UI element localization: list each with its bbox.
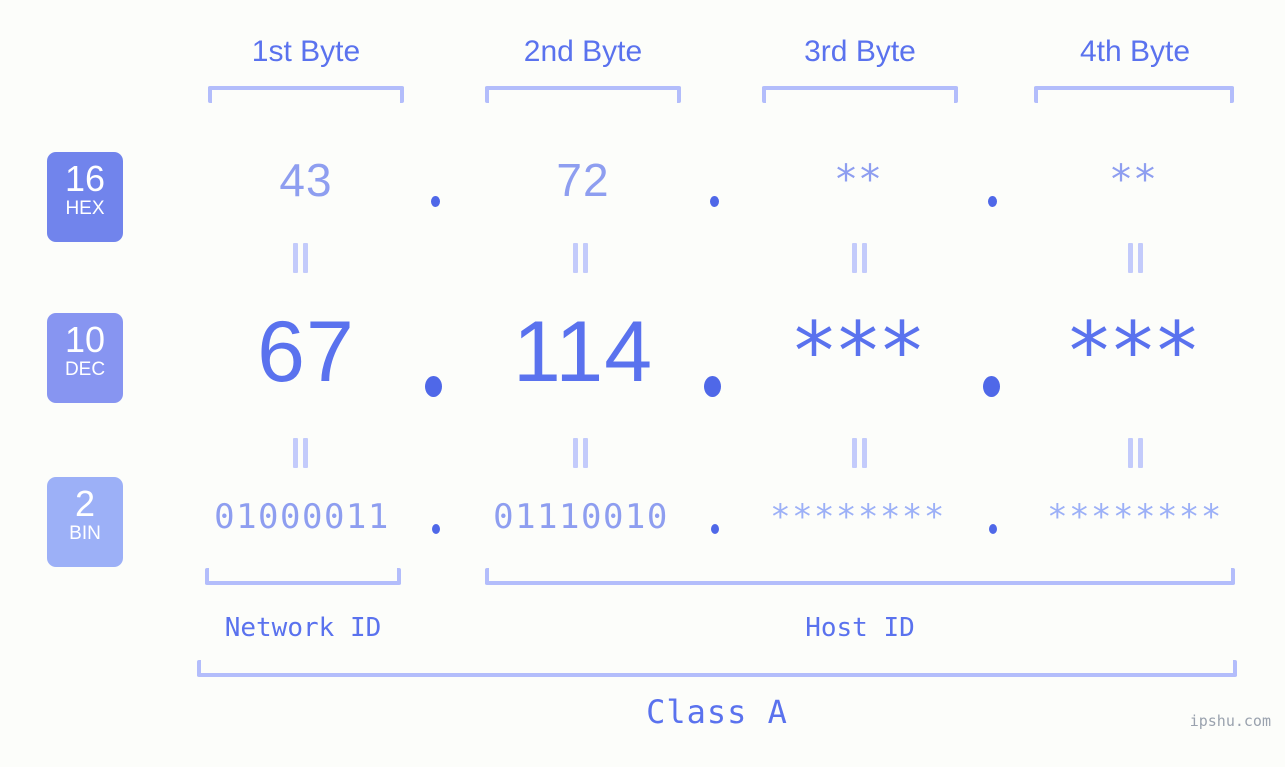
host-id-label: Host ID (805, 613, 915, 643)
equals-mark-dec-bin-1 (292, 438, 310, 468)
equals-mark-hex-dec-1 (292, 243, 310, 273)
bin-byte-2-value: 01110010 (493, 497, 669, 537)
hex-separator-dot-3 (988, 196, 997, 207)
byte-header-2: 2nd Byte (523, 35, 643, 68)
network-id-label: Network ID (224, 613, 382, 643)
class-bracket (197, 660, 1237, 677)
ip-address-breakdown-diagram: 1st Byte 2nd Byte 3rd Byte 4th Byte 16 H… (0, 0, 1285, 767)
base-badge-bin-number: 2 (74, 483, 96, 524)
dec-byte-1-value: 67 (257, 304, 355, 400)
bin-separator-dot-1 (432, 524, 440, 534)
base-badge-bin-name: BIN (69, 523, 101, 544)
bin-byte-4-value: ******** (1047, 497, 1223, 537)
base-badge-dec-number: 10 (64, 319, 106, 360)
equals-mark-hex-dec-4 (1127, 243, 1145, 273)
byte-header-1: 1st Byte (251, 35, 361, 68)
byte-header-4: 4th Byte (1079, 35, 1191, 68)
equals-mark-hex-dec-2 (572, 243, 590, 273)
host-id-bracket (485, 568, 1235, 585)
base-badge-dec-name: DEC (64, 359, 106, 380)
dec-separator-dot-3 (983, 376, 1000, 397)
class-label: Class A (646, 693, 788, 731)
byte-bracket-4 (1034, 86, 1234, 103)
byte-header-3: 3rd Byte (804, 35, 916, 68)
byte-bracket-1 (208, 86, 404, 103)
equals-mark-hex-dec-3 (851, 243, 869, 273)
hex-separator-dot-2 (710, 196, 719, 207)
hex-byte-2-value: 72 (556, 154, 610, 206)
base-badge-bin: 2 BIN (47, 477, 123, 567)
dec-separator-dot-1 (425, 376, 442, 397)
network-id-bracket (205, 568, 401, 585)
base-badge-hex: 16 HEX (47, 152, 123, 242)
hex-byte-3-value: ** (836, 157, 884, 203)
dec-byte-4-value: *** (1069, 305, 1201, 398)
hex-separator-dot-1 (431, 196, 440, 207)
bin-byte-1-value: 01000011 (214, 497, 390, 537)
byte-bracket-3 (762, 86, 958, 103)
dec-byte-2-value: 114 (512, 304, 654, 400)
byte-bracket-2 (485, 86, 681, 103)
equals-mark-dec-bin-2 (572, 438, 590, 468)
site-watermark: ipshu.com (1189, 712, 1271, 730)
base-badge-dec: 10 DEC (47, 313, 123, 403)
equals-mark-dec-bin-4 (1127, 438, 1145, 468)
dec-separator-dot-2 (704, 376, 721, 397)
bin-separator-dot-2 (711, 524, 719, 534)
dec-byte-3-value: *** (794, 305, 926, 398)
hex-byte-1-value: 43 (279, 154, 333, 206)
bin-separator-dot-3 (989, 524, 997, 534)
hex-byte-4-value: ** (1111, 157, 1159, 203)
equals-mark-dec-bin-3 (851, 438, 869, 468)
base-badge-hex-name: HEX (65, 198, 105, 219)
base-badge-hex-number: 16 (64, 158, 106, 199)
bin-byte-3-value: ******** (770, 497, 946, 537)
